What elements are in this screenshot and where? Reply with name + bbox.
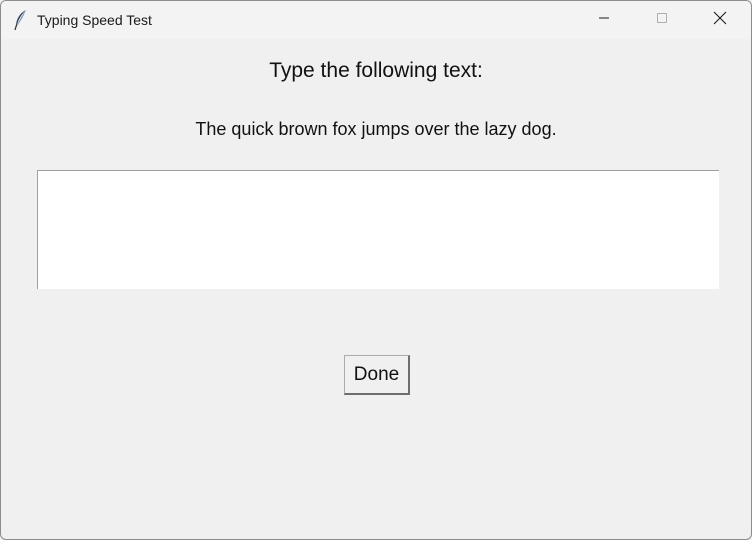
minimize-button[interactable]	[575, 1, 633, 39]
typing-input[interactable]	[37, 170, 719, 289]
title-bar[interactable]: Typing Speed Test	[1, 1, 751, 39]
feather-icon	[13, 9, 29, 31]
app-window: Typing Speed Test Type the following tex…	[0, 0, 752, 540]
instruction-heading: Type the following text:	[269, 59, 483, 82]
sample-text: The quick brown fox jumps over the lazy …	[195, 119, 557, 139]
minimize-icon	[598, 11, 610, 29]
done-button[interactable]: Done	[344, 355, 410, 395]
window-title: Typing Speed Test	[37, 12, 152, 28]
maximize-icon	[656, 11, 668, 29]
close-icon	[713, 11, 727, 30]
maximize-button[interactable]	[633, 1, 691, 39]
close-button[interactable]	[691, 1, 749, 39]
